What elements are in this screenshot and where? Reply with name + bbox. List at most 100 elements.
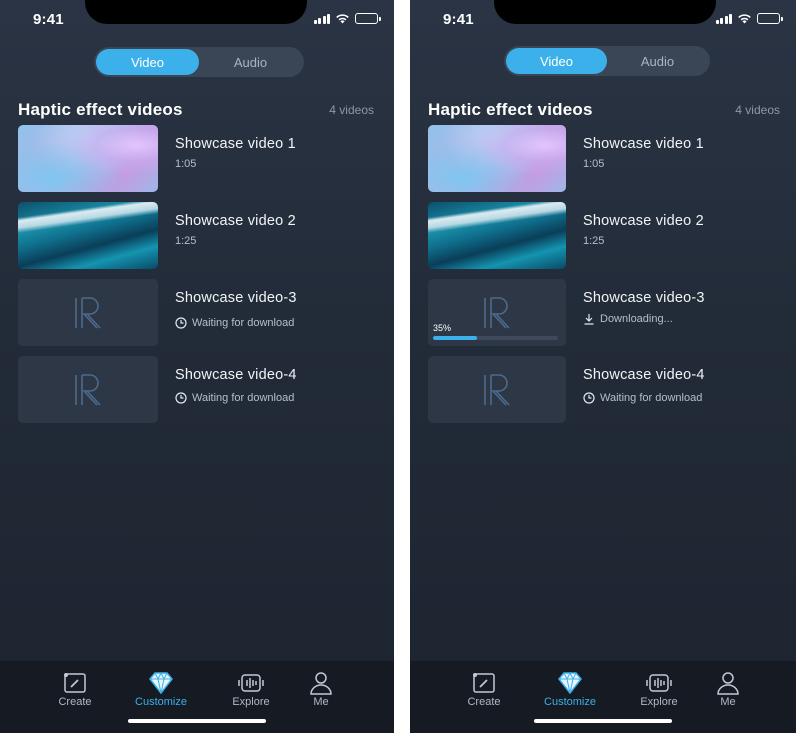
section-title: Haptic effect videos (18, 100, 183, 119)
video-item[interactable]: Showcase video 2 1:25 (428, 202, 780, 269)
tab-bar: Create Customize Explore Me (410, 661, 796, 733)
status-icons (715, 13, 783, 24)
status-time: 9:41 (443, 11, 474, 28)
tab-me[interactable]: Me (286, 671, 356, 708)
download-progress: 35% (433, 323, 558, 340)
media-type-toggle: Video Audio (504, 46, 710, 76)
phone-screen-downloading: 9:41 Video Audio Haptic effect videos 4 … (410, 0, 796, 733)
status-icons (313, 13, 381, 24)
clock-icon (175, 392, 187, 404)
status-bar: 9:41 (410, 0, 796, 40)
tab-label: Create (58, 696, 92, 708)
progress-percent: 35% (433, 323, 452, 333)
download-status: Waiting for download (175, 317, 294, 329)
video-duration: 1:05 (175, 158, 196, 170)
tab-label: Explore (640, 696, 678, 708)
create-icon (473, 673, 495, 693)
tab-customize[interactable]: Customize (535, 671, 605, 708)
cellular-signal-icon (313, 13, 330, 24)
video-item[interactable]: Showcase video 1 1:05 (18, 125, 378, 192)
video-item[interactable]: Showcase video-4 Waiting for download (18, 356, 378, 423)
video-thumbnail-placeholder: 35% (428, 279, 566, 346)
segment-video[interactable]: Video (506, 48, 607, 74)
haptic-wave-icon (646, 674, 672, 692)
diamond-icon (558, 671, 582, 695)
tab-create[interactable]: Create (40, 671, 110, 708)
video-title: Showcase video 2 (583, 213, 704, 229)
download-status: Downloading... (583, 313, 673, 325)
video-thumbnail (428, 125, 566, 192)
person-icon (310, 672, 332, 695)
video-thumbnail-placeholder (18, 356, 158, 423)
video-title: Showcase video 1 (175, 136, 296, 152)
video-item[interactable]: Showcase video 1 1:05 (428, 125, 780, 192)
notch (85, 0, 307, 24)
video-title: Showcase video-4 (175, 367, 297, 383)
video-duration: 1:25 (175, 235, 196, 247)
wifi-icon (738, 14, 751, 24)
video-item[interactable]: Showcase video 2 1:25 (18, 202, 378, 269)
tab-explore[interactable]: Explore (216, 671, 286, 708)
status-text: Waiting for download (192, 317, 295, 329)
duration-text: 1:25 (175, 235, 197, 247)
video-count: 4 videos (329, 103, 374, 117)
tab-explore[interactable]: Explore (624, 671, 694, 708)
phone-screen-waiting: 9:41 Video Audio Haptic effect videos 4 … (0, 0, 394, 733)
clock-icon (175, 317, 187, 329)
status-bar: 9:41 (0, 0, 394, 40)
diamond-icon (149, 671, 173, 695)
video-thumbnail (18, 125, 158, 192)
clock-icon (583, 392, 595, 404)
section-title: Haptic effect videos (428, 100, 593, 119)
video-title: Showcase video-3 (583, 290, 705, 306)
progress-track (433, 336, 558, 340)
video-item[interactable]: 35% Showcase video-3 Downloading... (428, 279, 780, 346)
segment-video[interactable]: Video (96, 49, 199, 75)
video-thumbnail-placeholder (428, 356, 566, 423)
brand-logo-icon (75, 373, 101, 406)
person-icon (717, 672, 739, 695)
status-text: Downloading... (600, 313, 673, 325)
battery-icon (355, 13, 381, 24)
haptic-wave-icon (238, 674, 264, 692)
video-item[interactable]: Showcase video-4 Waiting for download (428, 356, 780, 423)
status-time: 9:41 (33, 11, 64, 28)
video-thumbnail-placeholder (18, 279, 158, 346)
home-indicator (534, 719, 672, 723)
status-text: Waiting for download (600, 392, 703, 404)
battery-icon (757, 13, 783, 24)
tab-label: Customize (544, 696, 596, 708)
video-title: Showcase video-4 (583, 367, 705, 383)
tab-bar: Create Customize Explore Me (0, 661, 394, 733)
segment-audio[interactable]: Audio (607, 48, 708, 74)
download-status: Waiting for download (583, 392, 702, 404)
progress-fill (433, 336, 477, 340)
duration-text: 1:05 (175, 158, 197, 170)
video-count: 4 videos (735, 103, 780, 117)
tab-create[interactable]: Create (449, 671, 519, 708)
home-indicator (128, 719, 266, 723)
tab-label: Explore (232, 696, 270, 708)
tab-customize[interactable]: Customize (126, 671, 196, 708)
video-title: Showcase video-3 (175, 290, 297, 306)
video-thumbnail (428, 202, 566, 269)
create-icon (64, 673, 86, 693)
wifi-icon (336, 14, 349, 24)
tab-label: Customize (135, 696, 187, 708)
brand-logo-icon (75, 296, 101, 329)
video-list: Showcase video 1 1:05 Showcase video 2 1… (428, 125, 780, 433)
video-title: Showcase video 1 (583, 136, 704, 152)
segment-audio[interactable]: Audio (199, 49, 302, 75)
notch (494, 0, 716, 24)
video-title: Showcase video 2 (175, 213, 296, 229)
tab-label: Create (467, 696, 501, 708)
tab-me[interactable]: Me (693, 671, 763, 708)
video-thumbnail (18, 202, 158, 269)
tab-label: Me (720, 696, 736, 708)
video-duration: 1:25 (583, 235, 604, 247)
duration-text: 1:25 (583, 235, 605, 247)
status-text: Waiting for download (192, 392, 295, 404)
tab-label: Me (313, 696, 329, 708)
video-item[interactable]: Showcase video-3 Waiting for download (18, 279, 378, 346)
brand-logo-icon (484, 373, 510, 406)
